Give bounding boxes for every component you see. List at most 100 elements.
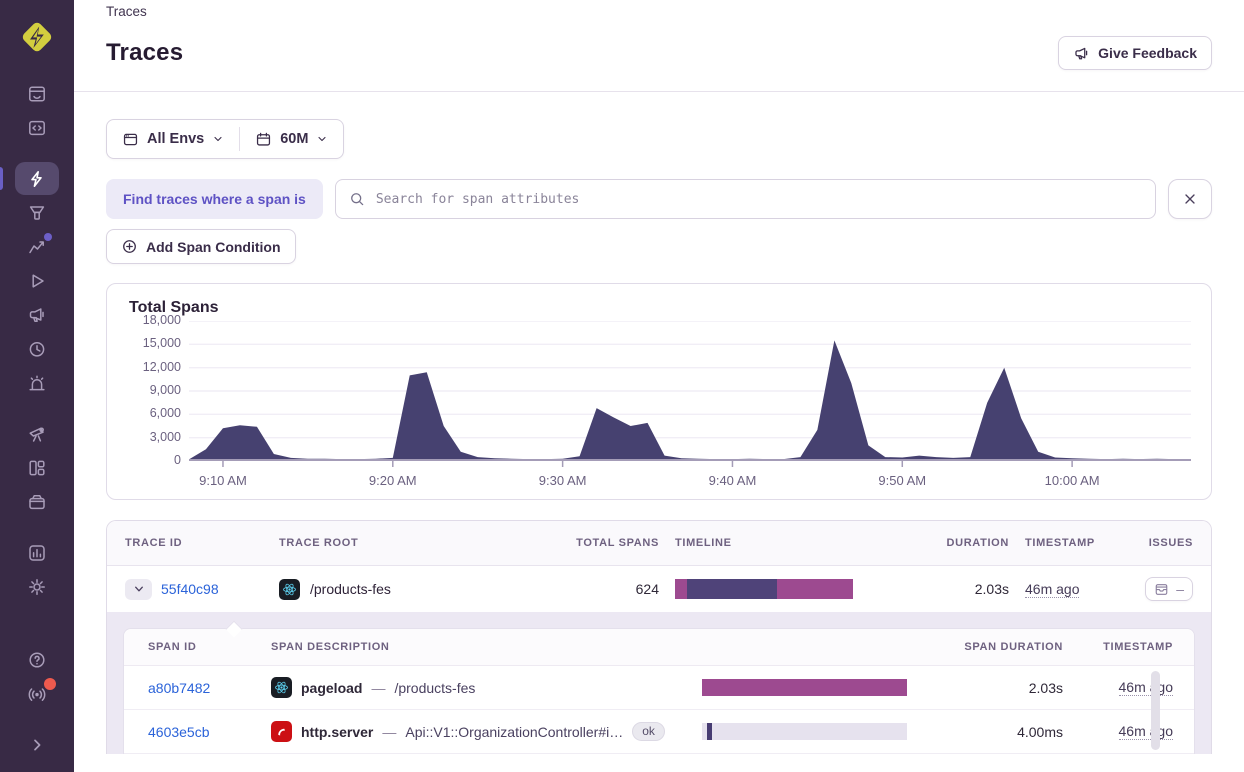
notification-dot-red [44,678,56,690]
col-span-duration: SPAN DURATION [964,641,1063,653]
chart-plot-area: 9:10 AM9:20 AM9:30 AM9:40 AM9:50 AM10:00… [189,321,1191,491]
col-span-timestamp: TIMESTAMP [1103,641,1173,653]
replays-icon [27,271,47,291]
plus-circle-icon [121,238,138,255]
sidebar-item-insights[interactable] [15,196,59,229]
sidebar-item-settings[interactable] [15,570,59,603]
trace-timestamp[interactable]: 46m ago [1025,581,1079,598]
search-prefix-label: Find traces where a span is [106,179,323,219]
releases-icon [27,339,47,359]
sidebar-item-issues[interactable] [15,77,59,110]
window-icon [122,131,139,148]
calendar-icon [255,131,272,148]
sidebar-item-alerts[interactable] [15,366,59,399]
sidebar-item-help[interactable] [15,643,59,676]
col-timestamp: TIMESTAMP [1025,537,1121,549]
megaphone-icon [1073,45,1090,62]
sidebar-item-whats-new[interactable] [15,677,59,710]
breadcrumb[interactable]: Traces [106,4,1212,19]
chart-y-axis: 18,00015,00012,0009,0006,0003,0000 [127,321,189,467]
issues-icon [27,84,47,104]
span-timestamp[interactable]: 46m ago [1119,723,1173,740]
sidebar-item-crons[interactable] [15,485,59,518]
add-span-condition-button[interactable]: Add Span Condition [106,229,296,264]
span-id-link[interactable]: 4603e5cb [148,724,255,740]
sidebar-item-releases[interactable] [15,332,59,365]
notification-dot [44,233,52,241]
col-span-id: SPAN ID [148,641,255,653]
user-feedback-icon [27,305,47,325]
sidebar-item-projects[interactable] [15,111,59,144]
total-spans-value: 624 [636,581,659,597]
environment-filter[interactable]: All Envs [107,120,239,158]
chevron-down-icon [316,133,328,145]
sidebar-item-performance[interactable] [15,230,59,263]
col-duration: DURATION [946,537,1009,549]
settings-icon [27,577,47,597]
chart-title: Total Spans [129,299,1191,317]
span-description: Api::V1::OrganizationController#i… [405,724,623,740]
sidebar-collapse-button[interactable] [15,728,59,761]
sidebar-item-dashboards[interactable] [15,451,59,484]
trace-id-link[interactable]: 55f40c98 [161,581,219,597]
chevron-down-icon [133,583,145,595]
close-icon [1182,191,1198,207]
trace-table-header: TRACE ID TRACE ROOT TOTAL SPANS TIMELINE… [107,521,1211,566]
collapse-icon [27,735,47,755]
filter-bar: All Envs 60M [106,119,344,159]
sidebar-item-replays[interactable] [15,264,59,297]
trace-expander-button[interactable] [125,579,152,600]
sidebar-nav [0,77,74,604]
environment-filter-label: All Envs [147,131,204,147]
expanded-trace-section: SPAN ID SPAN DESCRIPTION SPAN DURATION T… [107,612,1211,754]
give-feedback-button[interactable]: Give Feedback [1058,36,1212,70]
sidebar [0,0,74,772]
col-trace-root: TRACE ROOT [279,537,543,549]
alerts-icon [27,373,47,393]
react-icon [271,677,292,698]
main-area: Traces Traces Give Feedback All Env [74,0,1244,772]
crons-icon [27,492,47,512]
span-status-badge: ok [632,722,665,741]
give-feedback-label: Give Feedback [1098,45,1197,61]
search-input[interactable] [374,191,1142,208]
trace-duration: 2.03s [975,581,1009,597]
time-range-filter-label: 60M [280,131,308,147]
span-duration: 4.00ms [1017,724,1063,740]
col-trace-id: TRACE ID [125,537,263,549]
sidebar-footer-nav [0,643,74,772]
col-span-description: SPAN DESCRIPTION [271,641,686,653]
search-icon [349,191,365,207]
sentry-logo-icon[interactable] [17,17,57,57]
span-table-scrollbar[interactable] [1151,671,1160,750]
span-table: SPAN ID SPAN DESCRIPTION SPAN DURATION T… [123,628,1195,754]
span-description: /products-fes [394,680,475,696]
trace-timeline-bar [675,579,853,599]
span-id-link[interactable]: a80b7482 [148,680,255,696]
trace-issues-button[interactable]: – [1145,577,1193,601]
time-range-filter[interactable]: 60M [240,120,343,158]
sidebar-item-traces[interactable] [15,162,59,195]
issues-count: – [1176,581,1184,597]
sidebar-logo-area [0,0,74,61]
page-title: Traces [106,39,183,67]
stats-icon [27,543,47,563]
span-search-row: Find traces where a span is [106,179,1212,219]
react-icon [279,579,300,600]
app-root: Traces Traces Give Feedback All Env [0,0,1244,772]
sidebar-item-user-feedback[interactable] [15,298,59,331]
span-duration-bar [702,723,907,740]
help-icon [27,650,47,670]
col-total-spans: TOTAL SPANS [576,537,659,549]
insights-icon [27,203,47,223]
projects-icon [27,118,47,138]
span-row: 4603e5cb http.server — Api::V1::Organiza… [124,710,1194,754]
sidebar-item-discover[interactable] [15,417,59,450]
clear-search-button[interactable] [1168,179,1212,219]
span-op: http.server [301,724,373,740]
page-header: Traces Traces Give Feedback [74,0,1244,92]
span-row: a80b7482 pageload — /products-fes [124,666,1194,710]
span-timestamp[interactable]: 46m ago [1119,679,1173,696]
sidebar-item-stats[interactable] [15,536,59,569]
span-duration: 2.03s [1029,680,1063,696]
